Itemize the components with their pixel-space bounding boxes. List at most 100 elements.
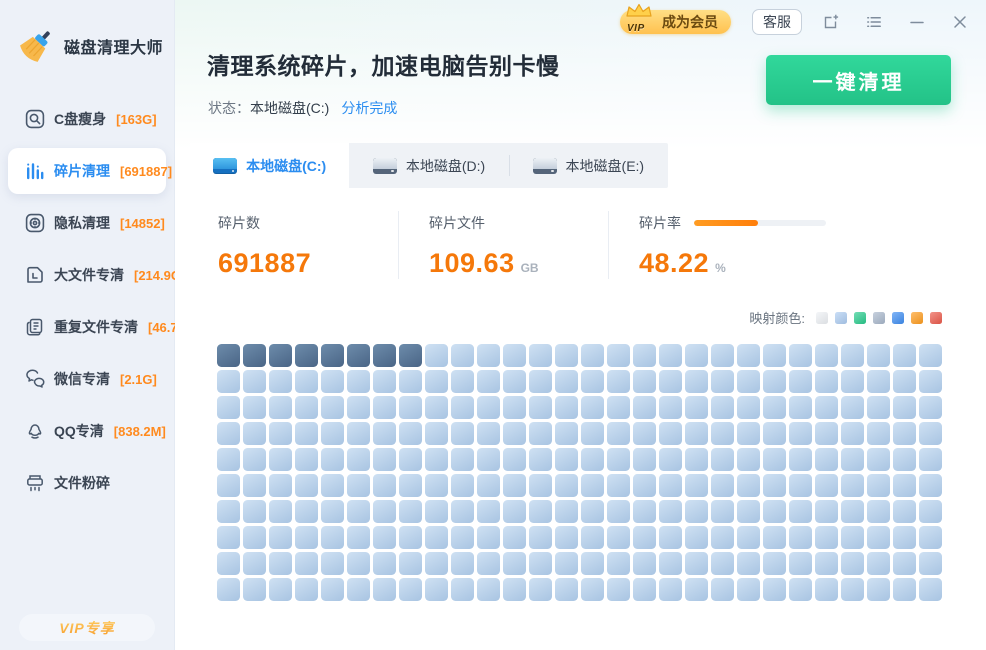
sidebar-item-wechat[interactable]: 微信专清[2.1G] [8, 356, 166, 402]
fragment-block [763, 474, 786, 497]
sidebar-item-privacy-clean[interactable]: 隐私清理[14852] [8, 200, 166, 246]
sidebar-item-qq[interactable]: QQ专清[838.2M] [8, 408, 166, 454]
fragment-block [373, 396, 396, 419]
fragment-block [503, 474, 526, 497]
fragment-block [425, 526, 448, 549]
fragment-block [347, 344, 370, 367]
fragment-block [867, 344, 890, 367]
legend-swatch [911, 312, 923, 324]
tab-disk-d[interactable]: 本地磁盘(D:) [349, 143, 508, 188]
menu-list-icon[interactable] [865, 13, 883, 31]
fragment-block [789, 526, 812, 549]
fragment-block [789, 578, 812, 601]
sidebar-item-file-shredder[interactable]: 文件粉碎 [8, 460, 166, 506]
fragment-block [711, 422, 734, 445]
fragment-block [867, 500, 890, 523]
fragment-block [737, 526, 760, 549]
fragment-block [217, 526, 240, 549]
sidebar: 磁盘清理大师 C盘瘦身[163G]碎片清理[691887]隐私清理[14852]… [0, 0, 175, 650]
fragment-block [347, 422, 370, 445]
fragment-block [633, 448, 656, 471]
fragment-block [633, 552, 656, 575]
fragment-block [711, 526, 734, 549]
sidebar-item-defrag-bars[interactable]: 碎片清理[691887] [8, 148, 166, 194]
fragment-grid [217, 344, 942, 601]
fragment-block [269, 344, 292, 367]
analysis-complete-link[interactable]: 分析完成 [341, 100, 397, 116]
minimize-icon[interactable] [908, 13, 926, 31]
tab-disk-e[interactable]: 本地磁盘(E:) [509, 143, 668, 188]
fragment-block [789, 422, 812, 445]
sidebar-item-big-file[interactable]: 大文件专清[214.9G] [8, 252, 166, 298]
fragment-block [399, 448, 422, 471]
legend-swatch [892, 312, 904, 324]
fragment-block [373, 552, 396, 575]
fragment-block [321, 474, 344, 497]
fragment-block [503, 500, 526, 523]
privacy-clean-icon [25, 213, 45, 233]
customer-service-button[interactable]: 客服 [752, 9, 802, 35]
fragment-block [633, 578, 656, 601]
legend-label: 映射颜色: [749, 308, 805, 327]
fragment-block [919, 552, 942, 575]
wechat-icon [25, 369, 45, 389]
legend-swatch [854, 312, 866, 324]
fragment-block [893, 500, 916, 523]
sidebar-item-label: QQ专清 [54, 421, 104, 441]
app-window: 磁盘清理大师 C盘瘦身[163G]碎片清理[691887]隐私清理[14852]… [0, 0, 986, 650]
fragment-block [737, 552, 760, 575]
fragment-block [893, 448, 916, 471]
crown-icon [624, 3, 654, 19]
fragment-block [347, 578, 370, 601]
fragment-block [477, 448, 500, 471]
fragment-block [399, 474, 422, 497]
fragment-block [711, 370, 734, 393]
status-label: 状态： [208, 100, 250, 116]
feedback-icon[interactable] [822, 13, 840, 31]
close-icon[interactable] [951, 13, 969, 31]
sidebar-item-duplicate-file[interactable]: 重复文件专清[46.7G] [8, 304, 166, 350]
fragment-block [763, 526, 786, 549]
vip-banner[interactable]: VIP专享 [19, 614, 155, 641]
fragment-block [815, 474, 838, 497]
fragment-block [321, 396, 344, 419]
fragment-block [711, 474, 734, 497]
fragment-block [841, 578, 864, 601]
fragment-block [451, 474, 474, 497]
fragment-block [581, 474, 604, 497]
fragment-block [789, 370, 812, 393]
fragment-block [295, 526, 318, 549]
fragment-block [659, 474, 682, 497]
fragment-block [295, 370, 318, 393]
fragment-block [321, 422, 344, 445]
fragment-block [659, 370, 682, 393]
one-click-clean-button[interactable]: 一键清理 [766, 55, 951, 105]
fragment-block [893, 370, 916, 393]
fragment-block [451, 552, 474, 575]
fragment-block [607, 422, 630, 445]
fragment-block [399, 422, 422, 445]
sidebar-item-value: [14852] [120, 216, 165, 231]
fragment-block [217, 552, 240, 575]
fragment-block [581, 370, 604, 393]
fragment-block [477, 552, 500, 575]
color-legend: 映射颜色: [217, 308, 942, 327]
fragment-block [243, 422, 266, 445]
fragment-block [867, 526, 890, 549]
fragment-block [867, 422, 890, 445]
fragment-block [789, 552, 812, 575]
fragment-block [425, 422, 448, 445]
fragment-block [503, 552, 526, 575]
fragment-block [841, 370, 864, 393]
fragment-block [399, 396, 422, 419]
tab-disk-c[interactable]: 本地磁盘(C:) [190, 143, 349, 188]
become-member-button[interactable]: VIP 成为会员 [620, 10, 731, 34]
fragment-rate-progressbar [694, 220, 826, 226]
fragment-block [269, 422, 292, 445]
fragment-block [243, 500, 266, 523]
fragment-block [451, 578, 474, 601]
fragment-block [295, 422, 318, 445]
fragment-block [243, 370, 266, 393]
fragment-block [659, 578, 682, 601]
sidebar-item-c-drive-slim[interactable]: C盘瘦身[163G] [8, 96, 166, 142]
